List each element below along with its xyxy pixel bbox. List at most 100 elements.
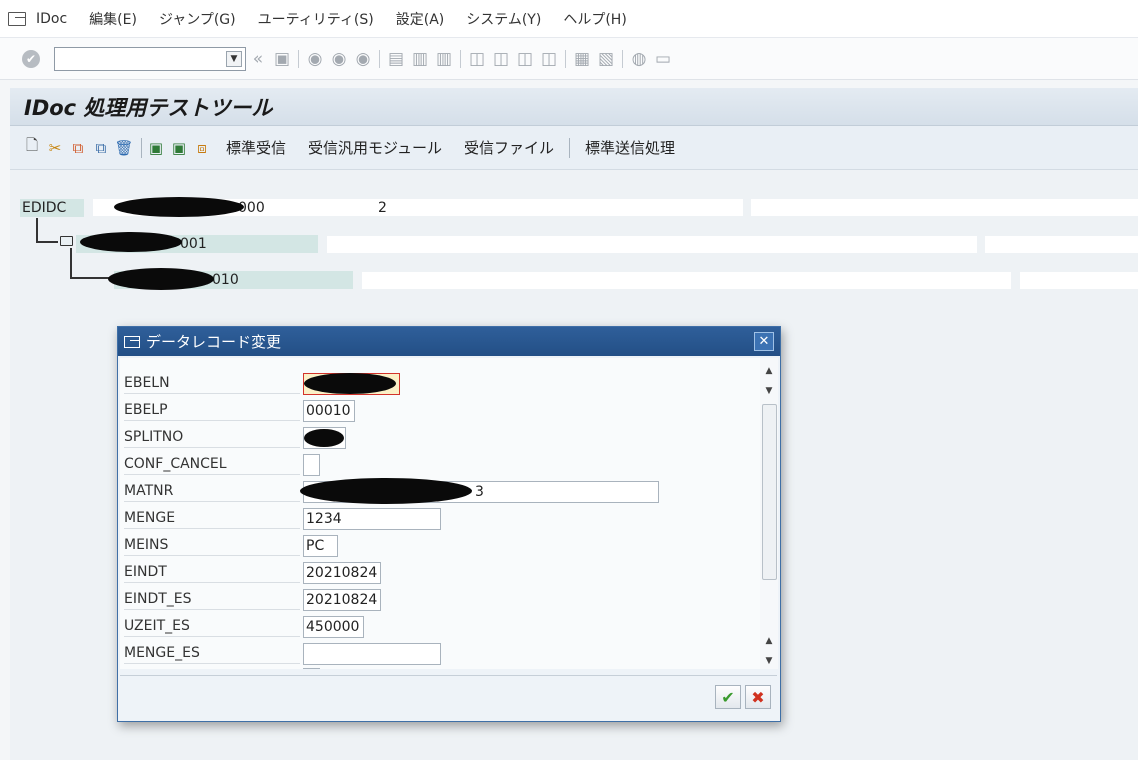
- field-label: MATNR: [124, 476, 300, 502]
- dialog-window-icon: [124, 335, 140, 348]
- edidc-count: 2: [378, 200, 387, 216]
- toolbar-separator: [568, 137, 570, 158]
- eindt-input[interactable]: 20210824: [303, 562, 381, 584]
- inbound-function-module-button[interactable]: 受信汎用モジュール: [308, 137, 442, 158]
- field-row-uzeit-es: UZEIT_ES 450000: [120, 611, 760, 638]
- find-next-icon[interactable]: ▥: [435, 49, 453, 69]
- back-double-chevron-icon[interactable]: «: [249, 49, 267, 69]
- title-bar: IDoc 処理用テストツール: [10, 88, 1138, 126]
- conf-cancel-checkbox[interactable]: [303, 454, 320, 476]
- data-record-change-dialog: データレコード変更 ✕ EBELN EBELP 00010 SPLITNO CO…: [117, 326, 781, 722]
- field-label: EINDT_ES: [124, 584, 300, 610]
- scroll-up-icon[interactable]: ▲: [762, 364, 776, 378]
- dialog-vertical-scrollbar[interactable]: ▲ ▼ ▲ ▼: [760, 358, 778, 669]
- field-label: EBELN: [124, 368, 300, 394]
- paste-icon[interactable]: ⧉: [91, 138, 111, 158]
- cancel-icon[interactable]: ◉: [354, 49, 372, 69]
- menge-input[interactable]: 1234: [303, 508, 441, 530]
- field-label: MENGE: [124, 503, 300, 529]
- field-row-splitno: SPLITNO: [120, 422, 760, 449]
- segment2-number-tail[interactable]: 010: [212, 271, 239, 289]
- command-field[interactable]: ▼: [54, 46, 246, 71]
- menu-help[interactable]: ヘルプ(H): [563, 9, 626, 29]
- partial-checkbox[interactable]: [303, 668, 320, 669]
- chevron-down-icon[interactable]: ▼: [226, 50, 242, 67]
- ebelp-input[interactable]: 00010: [303, 400, 355, 422]
- page-up-icon[interactable]: ▲: [762, 634, 776, 648]
- copy-icon[interactable]: ⧉: [68, 138, 88, 158]
- menge-es-input[interactable]: [303, 643, 441, 665]
- dialog-footer-divider: [120, 675, 777, 685]
- scroll-down-icon[interactable]: ▼: [762, 384, 776, 398]
- system-menu-icon[interactable]: [8, 11, 26, 26]
- new-session-icon[interactable]: ▦: [573, 49, 591, 69]
- dialog-title: データレコード変更: [146, 333, 282, 351]
- page-down-icon[interactable]: ▼: [762, 654, 776, 668]
- field-label: MEINS: [124, 530, 300, 556]
- field-label: CONF_CANCEL: [124, 449, 300, 475]
- toolbar-separator: [565, 49, 566, 68]
- menu-jump[interactable]: ジャンプ(G): [159, 9, 236, 29]
- folder-icon[interactable]: [60, 236, 73, 246]
- exit-icon[interactable]: ◉: [330, 49, 348, 69]
- previous-page-icon[interactable]: ◫: [492, 49, 510, 69]
- menu-system[interactable]: システム(Y): [466, 9, 541, 29]
- edidc-extra-cell: [751, 199, 1138, 216]
- uzeit-es-input[interactable]: 450000: [303, 616, 364, 638]
- menu-utilities[interactable]: ユーティリティ(S): [258, 9, 374, 29]
- segment2-extra-cell: [1020, 272, 1138, 289]
- field-label: UZEIT_ES: [124, 611, 300, 637]
- tree-connector: [36, 241, 58, 243]
- collapse-subtree-icon[interactable]: ▣: [169, 138, 189, 158]
- edidc-node-label[interactable]: EDIDC: [22, 199, 66, 217]
- confirm-check-button[interactable]: ✔: [715, 685, 741, 709]
- last-page-icon[interactable]: ◫: [540, 49, 558, 69]
- segment1-number-tail[interactable]: 001: [180, 235, 207, 253]
- menu-settings[interactable]: 設定(A): [396, 9, 445, 29]
- enter-check-icon[interactable]: ✔: [22, 49, 40, 68]
- redaction-mark: [304, 429, 344, 447]
- save-icon[interactable]: ▣: [273, 49, 291, 69]
- standard-outbound-button[interactable]: 標準送信処理: [585, 137, 675, 158]
- dialog-field-list: EBELN EBELP 00010 SPLITNO CONF_CANCEL MA…: [120, 358, 760, 669]
- shortcut-icon[interactable]: ▧: [597, 49, 615, 69]
- field-label: EBELP: [124, 395, 300, 421]
- tree-connector: [70, 248, 72, 278]
- redaction-mark: [108, 268, 214, 290]
- menu-idoc[interactable]: IDoc: [36, 11, 67, 27]
- next-page-icon[interactable]: ◫: [516, 49, 534, 69]
- layout-menu-icon[interactable]: ▭: [654, 49, 672, 69]
- toolbar-separator: [460, 49, 461, 68]
- inbound-file-button[interactable]: 受信ファイル: [464, 137, 554, 158]
- close-icon[interactable]: ✕: [754, 332, 774, 351]
- standard-inbound-button[interactable]: 標準受信: [226, 137, 286, 158]
- delete-icon[interactable]: 🗑: [114, 138, 134, 158]
- print-icon[interactable]: ▤: [387, 49, 405, 69]
- scroll-thumb[interactable]: [762, 404, 777, 580]
- field-label: EINDT: [124, 557, 300, 583]
- command-input[interactable]: [55, 48, 223, 69]
- toolbar-separator: [379, 49, 380, 68]
- field-row-matnr: MATNR 3: [120, 476, 760, 504]
- field-row-ebelp: EBELP 00010: [120, 395, 760, 422]
- segment1-extra-cell: [985, 236, 1138, 253]
- cut-icon[interactable]: ✂: [45, 138, 65, 158]
- hierarchy-icon[interactable]: ⧈: [192, 138, 212, 158]
- toolbar-separator: [141, 137, 142, 158]
- menu-edit[interactable]: 編集(E): [89, 9, 137, 29]
- field-row-ebeln: EBELN: [120, 368, 760, 395]
- back-icon[interactable]: ◉: [306, 49, 324, 69]
- create-document-icon[interactable]: 🗋: [22, 136, 42, 158]
- field-row-conf-cancel: CONF_CANCEL: [120, 449, 760, 476]
- meins-input[interactable]: PC: [303, 535, 338, 557]
- cancel-x-button[interactable]: ✖: [745, 685, 771, 709]
- expand-subtree-icon[interactable]: ▣: [146, 138, 166, 158]
- field-row-eindt: EINDT 20210824: [120, 557, 760, 584]
- standard-toolbar: ✔ ▼ « ▣ ◉ ◉ ◉ ▤ ▥ ▥ ◫ ◫ ◫ ◫ ▦ ▧ ◍ ▭: [0, 38, 1138, 80]
- find-icon[interactable]: ▥: [411, 49, 429, 69]
- redaction-mark: [114, 197, 244, 217]
- help-icon[interactable]: ◍: [630, 49, 648, 69]
- first-page-icon[interactable]: ◫: [468, 49, 486, 69]
- dialog-title-bar: データレコード変更 ✕: [118, 327, 780, 356]
- eindt-es-input[interactable]: 20210824: [303, 589, 381, 611]
